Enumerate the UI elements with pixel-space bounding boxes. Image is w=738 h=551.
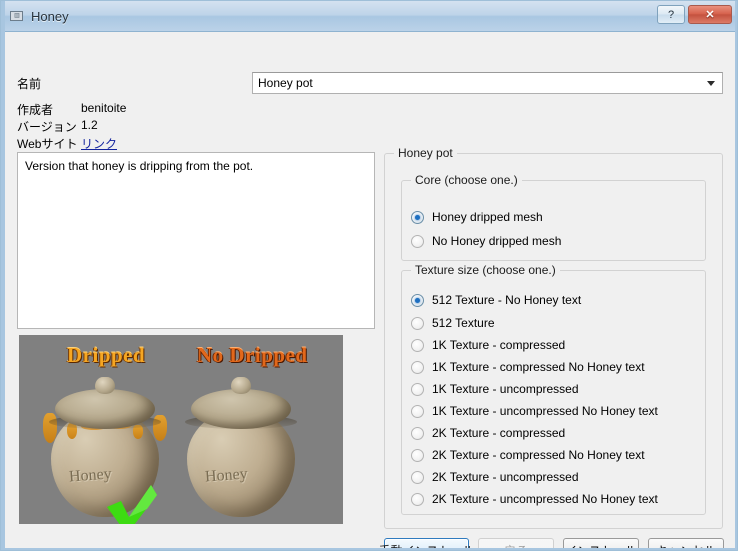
radio-indicator bbox=[411, 339, 424, 352]
description-textbox[interactable]: Version that honey is dripping from the … bbox=[17, 152, 375, 329]
version-value: 1.2 bbox=[81, 118, 98, 132]
radio-indicator bbox=[411, 383, 424, 396]
radio-label: 1K Texture - compressed bbox=[432, 338, 565, 352]
radio-indicator bbox=[411, 211, 424, 224]
radio-indicator bbox=[411, 317, 424, 330]
button-bar: 手動インストール 戻る インストール キャンセル bbox=[384, 538, 724, 551]
pot-dripped: Honey bbox=[41, 371, 169, 521]
radio-label: Honey dripped mesh bbox=[432, 210, 543, 224]
radio-label: 2K Texture - uncompressed bbox=[432, 470, 579, 484]
manual-install-button[interactable]: 手動インストール bbox=[384, 538, 469, 551]
radio-indicator bbox=[411, 405, 424, 418]
radio-label: 2K Texture - uncompressed No Honey text bbox=[432, 492, 658, 506]
help-button[interactable]: ? bbox=[657, 5, 685, 24]
radio-texture-8[interactable]: 2K Texture - uncompressed bbox=[411, 470, 579, 484]
pot-honey-text-right: Honey bbox=[204, 466, 248, 487]
radio-label: 1K Texture - compressed No Honey text bbox=[432, 360, 645, 374]
radio-indicator bbox=[411, 427, 424, 440]
core-group-title: Core (choose one.) bbox=[411, 173, 522, 187]
package-select-value: Honey pot bbox=[258, 76, 313, 90]
chevron-down-icon bbox=[707, 81, 715, 86]
radio-indicator bbox=[411, 493, 424, 506]
radio-label: 2K Texture - compressed bbox=[432, 426, 565, 440]
radio-texture-0[interactable]: 512 Texture - No Honey text bbox=[411, 293, 581, 307]
radio-core-1[interactable]: No Honey dripped mesh bbox=[411, 234, 561, 248]
pot-no-dripped: Honey bbox=[177, 371, 305, 521]
radio-texture-6[interactable]: 2K Texture - compressed bbox=[411, 426, 565, 440]
name-label: 名前 bbox=[17, 75, 41, 92]
radio-label: 512 Texture bbox=[432, 316, 495, 330]
install-button[interactable]: インストール bbox=[563, 538, 639, 551]
options-group-title: Honey pot bbox=[394, 146, 457, 160]
radio-label: 1K Texture - uncompressed bbox=[432, 382, 579, 396]
dialog-body: 名前 作成者 benitoite バージョン 1.2 Webサイト リンク Ho… bbox=[1, 32, 737, 551]
description-text: Version that honey is dripping from the … bbox=[25, 159, 253, 173]
window-title: Honey bbox=[31, 9, 69, 24]
radio-indicator bbox=[411, 361, 424, 374]
honey-installer-dialog: ▥ Honey ? ✕ 名前 作成者 benitoite バージョン 1.2 W… bbox=[0, 0, 738, 551]
radio-texture-9[interactable]: 2K Texture - uncompressed No Honey text bbox=[411, 492, 658, 506]
radio-indicator bbox=[411, 471, 424, 484]
radio-texture-4[interactable]: 1K Texture - uncompressed bbox=[411, 382, 579, 396]
green-check-icon bbox=[103, 479, 159, 524]
radio-indicator bbox=[411, 294, 424, 307]
preview-image: Dripped No Dripped Honey bbox=[19, 335, 343, 524]
radio-label: 2K Texture - compressed No Honey text bbox=[432, 448, 645, 462]
author-value: benitoite bbox=[81, 101, 126, 115]
version-label: バージョン bbox=[17, 118, 77, 135]
radio-indicator bbox=[411, 449, 424, 462]
radio-core-0[interactable]: Honey dripped mesh bbox=[411, 210, 543, 224]
preview-right-caption: No Dripped bbox=[197, 343, 308, 368]
title-bar: ▥ Honey ? ✕ bbox=[1, 1, 737, 32]
radio-texture-7[interactable]: 2K Texture - compressed No Honey text bbox=[411, 448, 645, 462]
radio-label: 512 Texture - No Honey text bbox=[432, 293, 581, 307]
radio-texture-2[interactable]: 1K Texture - compressed bbox=[411, 338, 565, 352]
radio-indicator bbox=[411, 235, 424, 248]
texture-group-title: Texture size (choose one.) bbox=[411, 263, 560, 277]
app-window-icon: ▥ bbox=[9, 8, 25, 24]
radio-label: No Honey dripped mesh bbox=[432, 234, 561, 248]
radio-texture-1[interactable]: 512 Texture bbox=[411, 316, 495, 330]
radio-texture-3[interactable]: 1K Texture - compressed No Honey text bbox=[411, 360, 645, 374]
cancel-button[interactable]: キャンセル bbox=[648, 538, 724, 551]
close-button[interactable]: ✕ bbox=[688, 5, 732, 24]
window-controls: ? ✕ bbox=[657, 5, 732, 24]
back-button: 戻る bbox=[478, 538, 554, 551]
radio-texture-5[interactable]: 1K Texture - uncompressed No Honey text bbox=[411, 404, 658, 418]
package-select[interactable]: Honey pot bbox=[252, 72, 723, 94]
radio-label: 1K Texture - uncompressed No Honey text bbox=[432, 404, 658, 418]
website-link[interactable]: リンク bbox=[81, 135, 117, 152]
preview-left-caption: Dripped bbox=[67, 343, 145, 368]
website-label: Webサイト bbox=[17, 135, 77, 152]
author-label: 作成者 bbox=[17, 101, 53, 118]
